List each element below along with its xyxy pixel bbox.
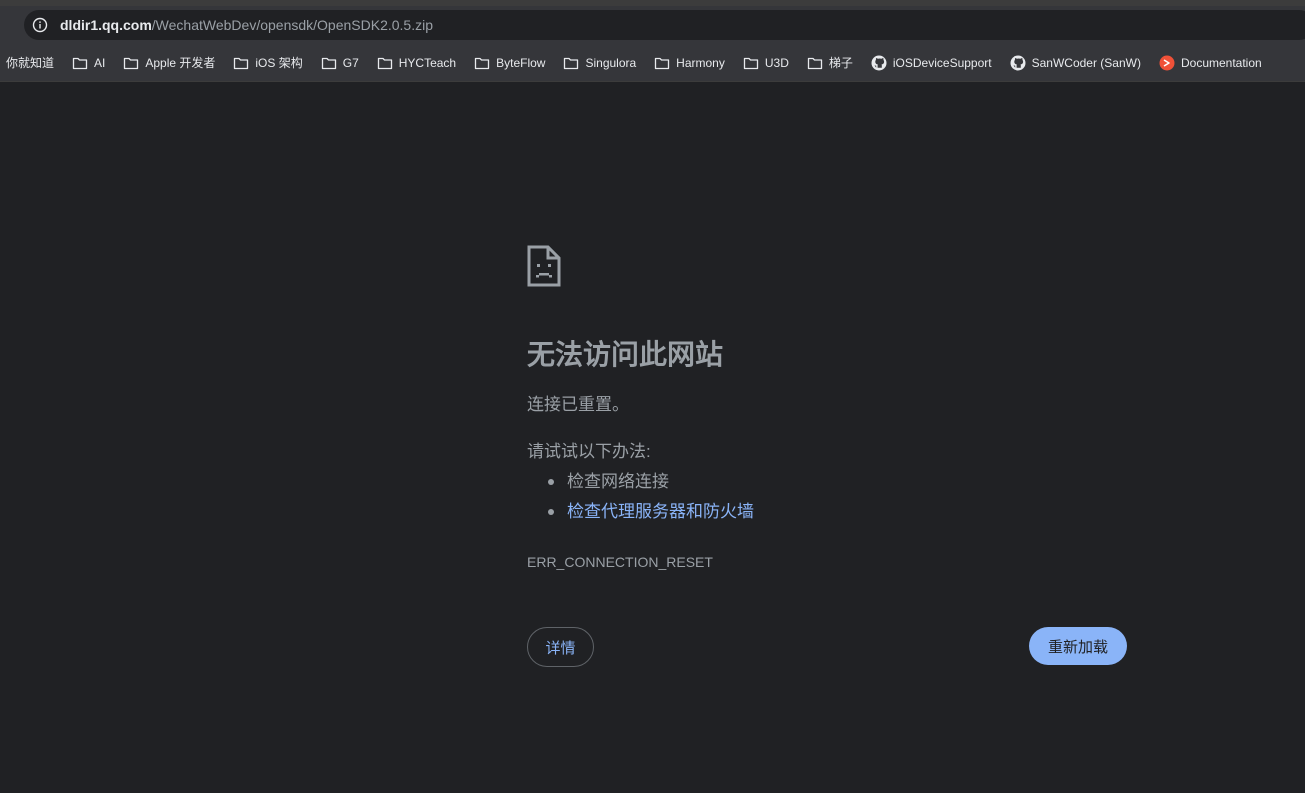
bookmark-folder-apple[interactable]: Apple 开发者 xyxy=(123,53,215,73)
bookmark-label: ByteFlow xyxy=(496,56,546,70)
bookmark-folder-hycteach[interactable]: HYCTeach xyxy=(377,53,456,73)
bookmark-folder-byteflow[interactable]: ByteFlow xyxy=(474,53,545,73)
address-bar[interactable]: dldir1.qq.com/WechatWebDev/opensdk/OpenS… xyxy=(24,10,1305,40)
bookmark-label: SanWCoder (SanW) xyxy=(1031,56,1141,70)
bookmark-folder-ai[interactable]: AI xyxy=(72,53,105,73)
suggestion-check-network: 检查网络连接 xyxy=(527,471,754,501)
error-title: 无法访问此网站 xyxy=(527,339,724,370)
bookmark-folder-harmony[interactable]: Harmony xyxy=(654,53,725,73)
folder-icon xyxy=(743,57,759,70)
bookmark-label: Harmony xyxy=(676,56,725,70)
bookmark-label: HYCTeach xyxy=(398,56,457,70)
bookmark-label: Documentation xyxy=(1180,56,1262,70)
url-host: dldir1.qq.com xyxy=(60,17,152,33)
details-button[interactable]: 详情 xyxy=(527,627,594,667)
partial-toolbar-icon[interactable] xyxy=(0,18,4,32)
bookmark-iosdevicesupport[interactable]: iOSDeviceSupport xyxy=(871,53,992,73)
bookmark-label: G7 xyxy=(342,56,359,70)
url-path: /WechatWebDev/opensdk/OpenSDK2.0.5.zip xyxy=(151,17,433,33)
folder-icon xyxy=(655,57,670,70)
swift-icon xyxy=(1159,55,1175,71)
bookmarks-bar: 你就知道 AI Apple 开发者 iOS 架构 G7 HYCTeach Byt… xyxy=(0,50,1305,76)
bookmark-label: Singulora xyxy=(585,56,637,70)
bookmark-label: 梯子 xyxy=(828,56,853,70)
bookmark-sanwcoder[interactable]: SanWCoder (SanW) xyxy=(1010,53,1141,73)
github-icon xyxy=(1010,55,1026,71)
bookmark-folder-ios[interactable]: iOS 架构 xyxy=(233,53,303,73)
bookmark-documentation[interactable]: Documentation xyxy=(1159,53,1262,73)
url-text[interactable]: dldir1.qq.com/WechatWebDev/opensdk/OpenS… xyxy=(60,17,433,33)
error-code: ERR_CONNECTION_RESET xyxy=(527,554,713,570)
folder-icon xyxy=(124,57,139,70)
suggestion-check-proxy-link[interactable]: 检查代理服务器和防火墙 xyxy=(527,501,754,531)
suggestions-heading: 请试试以下办法: xyxy=(527,442,651,461)
bookmark-label: iOSDeviceSupport xyxy=(892,56,992,70)
bookmark-item-0[interactable]: 你就知道 xyxy=(6,53,54,73)
reload-button[interactable]: 重新加载 xyxy=(1029,627,1127,665)
folder-icon xyxy=(72,57,88,70)
bookmark-folder-tizi[interactable]: 梯子 xyxy=(807,53,853,73)
bookmark-folder-u3d[interactable]: U3D xyxy=(743,53,789,73)
github-icon xyxy=(871,55,887,71)
bookmark-label: U3D xyxy=(764,56,789,70)
sad-page-icon xyxy=(527,245,561,287)
folder-icon xyxy=(234,57,249,70)
info-icon[interactable] xyxy=(32,17,48,33)
error-subtitle: 连接已重置。 xyxy=(527,395,629,414)
bookmark-label: iOS 架构 xyxy=(255,56,303,70)
folder-icon xyxy=(474,57,490,70)
folder-icon xyxy=(377,57,392,70)
bookmark-folder-singulora[interactable]: Singulora xyxy=(563,53,636,73)
bookmark-folder-g7[interactable]: G7 xyxy=(321,53,359,73)
folder-icon xyxy=(321,57,336,70)
folder-icon xyxy=(564,57,579,70)
folder-icon xyxy=(807,57,823,70)
browser-toolbar: dldir1.qq.com/WechatWebDev/opensdk/OpenS… xyxy=(0,6,1305,82)
bookmark-label: AI xyxy=(94,56,106,70)
bookmark-label: Apple 开发者 xyxy=(145,56,216,70)
bookmark-label: 你就知道 xyxy=(6,56,55,70)
suggestions-list: 检查网络连接 检查代理服务器和防火墙 xyxy=(527,471,754,531)
